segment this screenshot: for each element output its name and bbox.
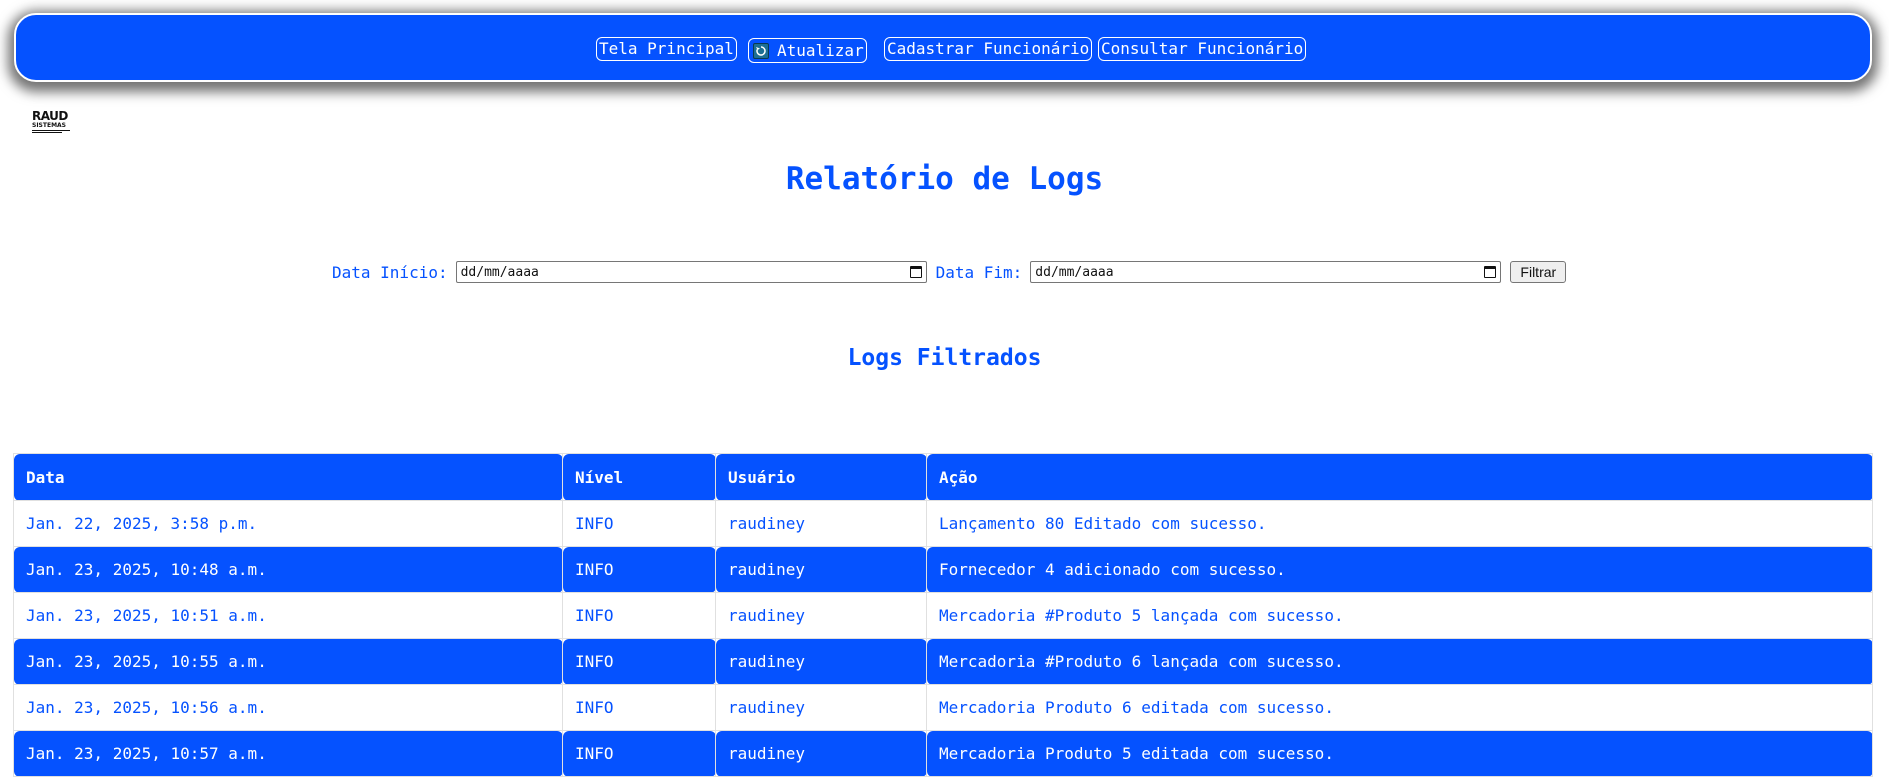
cell-user: raudiney — [715, 638, 927, 685]
cell-level: INFO — [562, 730, 716, 777]
start-date-label: Data Início: — [332, 262, 448, 282]
logo-line — [32, 132, 62, 133]
cell-user: raudiney — [715, 684, 927, 731]
register-employee-button[interactable]: Cadastrar Funcionário — [884, 37, 1093, 61]
cell-action: Mercadoria Produto 5 editada com sucesso… — [926, 730, 1873, 777]
home-button[interactable]: Tela Principal — [596, 37, 737, 61]
cell-user: raudiney — [715, 546, 927, 593]
header-action: Ação — [926, 453, 1873, 501]
cell-date: Jan. 23, 2025, 10:56 a.m. — [13, 684, 563, 731]
cell-action: Mercadoria Produto 6 editada com sucesso… — [926, 684, 1873, 731]
table-row: Jan. 23, 2025, 10:51 a.m. INFO raudiney … — [13, 592, 1873, 639]
start-date-value: dd/mm/aaaa — [460, 264, 539, 280]
section-subtitle: Logs Filtrados — [847, 345, 1042, 371]
table-row: Jan. 22, 2025, 3:58 p.m. INFO raudiney L… — [13, 500, 1873, 547]
table-row: Jan. 23, 2025, 10:55 a.m. INFO raudiney … — [13, 638, 1873, 685]
cell-action: Mercadoria #Produto 5 lançada com sucess… — [926, 592, 1873, 639]
end-date-value: dd/mm/aaaa — [1035, 264, 1114, 280]
header-user: Usuário — [715, 453, 927, 501]
cell-date: Jan. 22, 2025, 3:58 p.m. — [13, 500, 563, 547]
logo-line — [32, 130, 70, 131]
logo-subtext: SISTEMAS — [32, 122, 67, 129]
filter-button[interactable]: Filtrar — [1510, 261, 1567, 283]
date-filter-form: Data Início: dd/mm/aaaa Data Fim: dd/mm/… — [332, 261, 1567, 283]
table-row: Jan. 23, 2025, 10:57 a.m. INFO raudiney … — [13, 730, 1873, 777]
cell-date: Jan. 23, 2025, 10:55 a.m. — [13, 638, 563, 685]
cell-date: Jan. 23, 2025, 10:48 a.m. — [13, 546, 563, 593]
company-logo: RAUD SISTEMAS — [32, 110, 72, 138]
logs-table: Data Nível Usuário Ação Jan. 22, 2025, 3… — [13, 453, 1873, 777]
top-navbar: Tela Principal Atualizar Cadastrar Funci… — [14, 13, 1872, 82]
calendar-icon[interactable] — [909, 266, 922, 278]
refresh-button[interactable]: Atualizar — [748, 38, 867, 63]
header-date: Data — [13, 453, 563, 501]
cell-date: Jan. 23, 2025, 10:51 a.m. — [13, 592, 563, 639]
cell-action: Fornecedor 4 adicionado com sucesso. — [926, 546, 1873, 593]
header-level: Nível — [562, 453, 716, 501]
calendar-icon[interactable] — [1484, 266, 1497, 278]
start-date-input[interactable]: dd/mm/aaaa — [455, 261, 927, 283]
cell-user: raudiney — [715, 730, 927, 777]
table-header-row: Data Nível Usuário Ação — [13, 453, 1873, 501]
end-date-label: Data Fim: — [935, 262, 1023, 282]
cell-user: raudiney — [715, 592, 927, 639]
cell-action: Mercadoria #Produto 6 lançada com sucess… — [926, 638, 1873, 685]
cell-level: INFO — [562, 546, 716, 593]
cell-date: Jan. 23, 2025, 10:57 a.m. — [13, 730, 563, 777]
cell-action: Lançamento 80 Editado com sucesso. — [926, 500, 1873, 547]
cell-level: INFO — [562, 638, 716, 685]
query-employee-button[interactable]: Consultar Funcionário — [1098, 37, 1307, 61]
refresh-label: Atualizar — [777, 40, 864, 60]
logo-text: RAUD — [32, 109, 68, 123]
page-title: Relatório de Logs — [785, 161, 1104, 197]
end-date-input[interactable]: dd/mm/aaaa — [1030, 261, 1502, 283]
cell-level: INFO — [562, 500, 716, 547]
refresh-icon — [753, 42, 769, 59]
table-row: Jan. 23, 2025, 10:48 a.m. INFO raudiney … — [13, 546, 1873, 593]
cell-level: INFO — [562, 684, 716, 731]
cell-user: raudiney — [715, 500, 927, 547]
table-row: Jan. 23, 2025, 10:56 a.m. INFO raudiney … — [13, 684, 1873, 731]
cell-level: INFO — [562, 592, 716, 639]
